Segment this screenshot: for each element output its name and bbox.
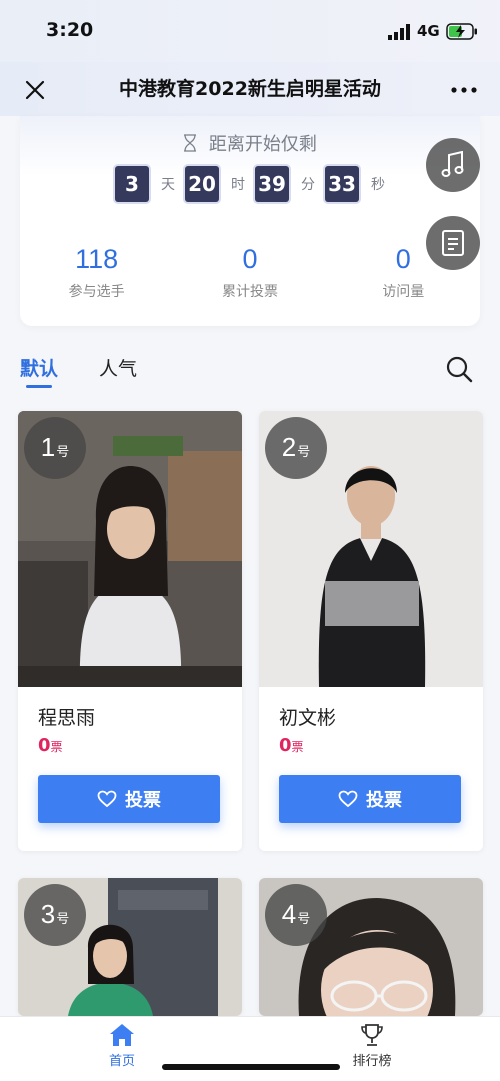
notes-button[interactable]: [426, 216, 480, 270]
nav-bar: 中港教育2022新生启明星活动: [0, 62, 500, 116]
hourglass-icon: [184, 134, 197, 152]
candidate-number: 3: [40, 899, 56, 929]
vote-button[interactable]: 投票: [279, 775, 461, 823]
candidate-photo[interactable]: 3 号: [18, 878, 242, 1016]
status-time: 3:20: [46, 19, 94, 41]
bottom-tab-bar: 首页 排行榜: [0, 1016, 500, 1081]
countdown-hours: 20: [185, 166, 219, 202]
signal-icon: [388, 24, 410, 40]
tab-ranking-label: 排行榜: [352, 1054, 392, 1069]
countdown-card: 距离开始仅剩 3 天 20 时 39 分 33 秒 118 参与选手 0 累计投…: [20, 116, 480, 326]
trophy-icon: [361, 1024, 383, 1046]
candidate-number-badge: 3 号: [24, 884, 86, 946]
countdown-hours-unit: 时: [231, 177, 245, 193]
vote-button[interactable]: 投票: [38, 775, 220, 823]
candidate-number: 1: [40, 432, 56, 462]
heart-icon: [97, 790, 117, 808]
countdown-seconds: 33: [325, 166, 359, 202]
battery-charging-icon: [446, 23, 477, 40]
music-note-icon: [441, 151, 464, 177]
candidate-votes: 0票: [38, 735, 63, 756]
candidate-number: 4: [281, 899, 297, 929]
candidate-card[interactable]: 1 号 程思雨 0票 投票: [18, 411, 242, 851]
home-indicator[interactable]: [162, 1064, 340, 1070]
candidate-photo[interactable]: 4 号: [259, 878, 483, 1016]
stat-value: 0: [242, 244, 258, 274]
candidate-number-unit: 号: [297, 912, 311, 927]
vote-count: 0: [279, 735, 292, 756]
candidate-card[interactable]: 2 号 初文彬 0票 投票: [259, 411, 483, 851]
candidate-number: 2: [281, 432, 297, 462]
page-title: 中港教育2022新生启明星活动: [119, 78, 381, 100]
countdown-title: 距离开始仅剩: [208, 134, 317, 155]
vote-button-label: 投票: [366, 790, 402, 811]
candidate-photo[interactable]: 1 号: [18, 411, 242, 687]
candidate-votes: 0票: [279, 735, 304, 756]
candidate-number-badge: 4 号: [265, 884, 327, 946]
stat-label: 累计投票: [221, 284, 278, 300]
candidate-number-badge: 2 号: [265, 417, 327, 479]
candidate-number-badge: 1 号: [24, 417, 86, 479]
candidate-number-unit: 号: [56, 912, 70, 927]
music-button[interactable]: [426, 138, 480, 192]
stat-participants: 118 参与选手: [20, 244, 173, 301]
stat-total-votes: 0 累计投票: [173, 244, 326, 301]
vote-button-label: 投票: [125, 790, 161, 811]
candidate-card[interactable]: 3 号: [18, 878, 242, 1016]
countdown-days-unit: 天: [161, 177, 175, 193]
countdown-title-row: 距离开始仅剩: [20, 130, 480, 156]
candidate-number-unit: 号: [297, 445, 311, 460]
candidate-card[interactable]: 4 号: [259, 878, 483, 1016]
vote-unit: 票: [291, 740, 304, 754]
countdown-days: 3: [115, 166, 149, 202]
candidate-name: 程思雨: [38, 707, 96, 729]
candidate-photo[interactable]: 2 号: [259, 411, 483, 687]
close-icon[interactable]: [20, 75, 50, 105]
search-icon[interactable]: [444, 354, 474, 384]
vote-unit: 票: [50, 740, 63, 754]
countdown-seconds-unit: 秒: [371, 177, 385, 193]
stat-value: 118: [75, 244, 119, 274]
tab-popular[interactable]: 人气: [99, 354, 137, 381]
candidate-number-unit: 号: [56, 445, 70, 460]
candidate-name: 初文彬: [279, 707, 337, 729]
tab-home-label: 首页: [108, 1054, 135, 1069]
network-type: 4G: [417, 22, 440, 40]
tab-home[interactable]: 首页: [72, 1023, 172, 1069]
vote-count: 0: [38, 735, 51, 756]
document-icon: [442, 230, 464, 256]
heart-icon: [338, 790, 358, 808]
stat-label: 访问量: [382, 284, 425, 300]
countdown-timer: 3 天 20 时 39 分 33 秒: [115, 166, 395, 202]
more-dots-icon[interactable]: [448, 75, 480, 105]
tab-ranking[interactable]: 排行榜: [322, 1023, 422, 1069]
home-icon: [110, 1024, 134, 1046]
countdown-minutes: 39: [255, 166, 289, 202]
stats-row: 118 参与选手 0 累计投票 0 访问量: [20, 244, 480, 301]
stat-label: 参与选手: [68, 284, 125, 300]
tab-active-indicator: [26, 385, 52, 388]
tab-default[interactable]: 默认: [20, 354, 58, 381]
countdown-minutes-unit: 分: [301, 177, 315, 193]
status-bar: 3:20 4G: [0, 0, 500, 62]
